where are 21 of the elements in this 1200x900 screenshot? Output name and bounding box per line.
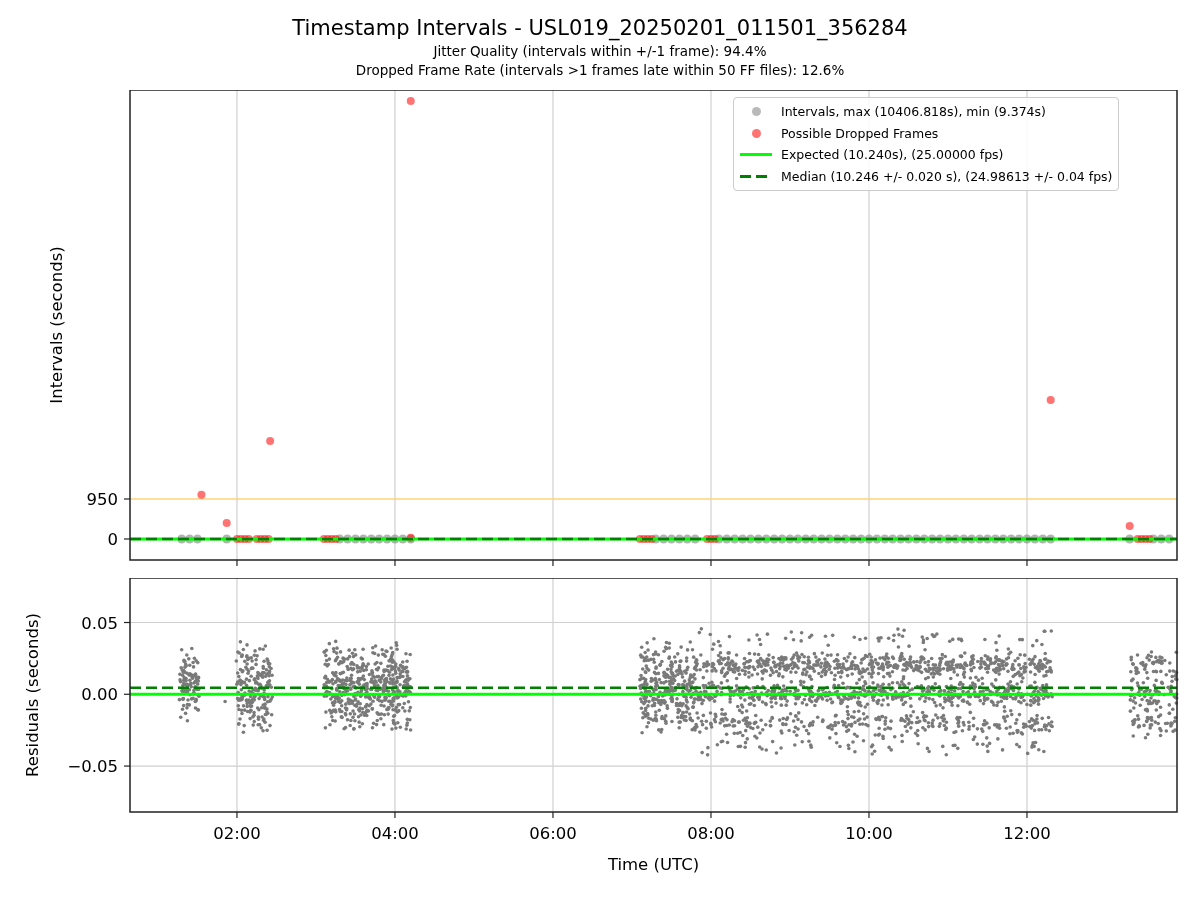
axis-tick-label: 0.05 xyxy=(81,613,118,633)
axis-tick-label: 02:00 xyxy=(213,824,261,843)
axis-tick-label: 08:00 xyxy=(687,824,735,843)
axis-tick-label: −0.05 xyxy=(67,757,118,777)
axis-label: Intervals (seconds) xyxy=(47,246,66,404)
axis-label: Residuals (seconds) xyxy=(23,613,42,777)
axis-label: Time (UTC) xyxy=(607,855,700,874)
legend-label: Median (10.246 +/- 0.020 s), (24.98613 +/- 0.04 fps) xyxy=(781,168,1113,184)
axis-tick-label: 950 xyxy=(86,490,118,509)
chart-subtitle: Dropped Frame Rate (intervals >1 frames late within 50 FF files): 12.6% xyxy=(355,61,845,80)
axis-tick-label: 0 xyxy=(107,530,118,549)
legend-label: Expected (10.240s), (25.00000 fps) xyxy=(781,147,1004,163)
chart-subtitle: Jitter Quality (intervals within +/-1 frame): 94.4% xyxy=(433,42,767,61)
axis-tick-label: 10:00 xyxy=(845,824,893,843)
axis-tick-label: 04:00 xyxy=(371,824,419,843)
legend-label: Intervals, max (10406.818s), min (9.374s) xyxy=(781,104,1046,120)
axis-tick-label: 12:00 xyxy=(1003,824,1051,843)
axis-tick-label: 0.00 xyxy=(81,685,118,705)
chart-title: Timestamp Intervals - USL019_20250201_011501_356284 xyxy=(292,15,908,42)
axis-tick-label: 06:00 xyxy=(529,824,577,843)
legend-label: Possible Dropped Frames xyxy=(781,125,939,141)
